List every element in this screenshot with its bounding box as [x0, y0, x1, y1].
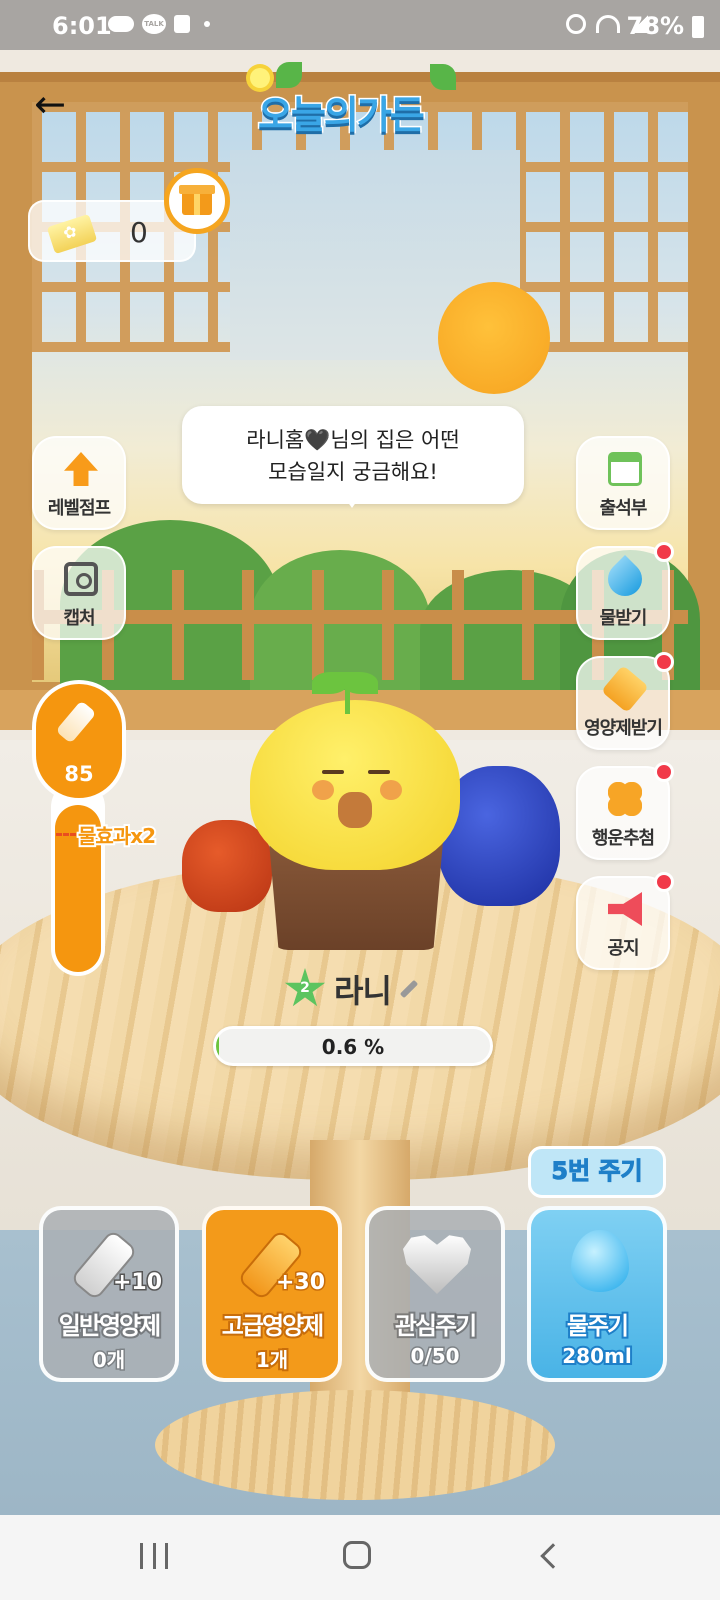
- ticket-icon: [46, 213, 98, 255]
- speech-line-1: 라니홈🖤님의 집은 어떤: [246, 428, 460, 452]
- premium-nutrient-title: 고급영양제: [220, 1310, 326, 1342]
- status-bar: 6:01 TALK 78%: [0, 0, 720, 50]
- pet-name-row: 2 라니: [284, 966, 419, 1012]
- gift-button[interactable]: [164, 168, 230, 234]
- chat-icon: [174, 15, 190, 33]
- water-drop-icon: [571, 1230, 629, 1292]
- wifi-icon: [596, 15, 620, 33]
- nutrient-gauge-value: 85: [64, 762, 94, 786]
- give-attention-count: 0/50: [409, 1343, 461, 1370]
- notification-badge: [654, 542, 674, 562]
- premium-nutrient-count: 1개: [254, 1346, 290, 1374]
- attendance-button[interactable]: 출석부: [576, 436, 670, 530]
- app-logo: 오늘의가든: [240, 62, 470, 140]
- camera-icon: [64, 562, 98, 596]
- water-five-times-button[interactable]: 5번 주기: [528, 1146, 666, 1198]
- nutrient-gauge: [51, 780, 105, 976]
- water-title: 물주기: [565, 1310, 631, 1342]
- normal-nutrient-count: 0개: [91, 1347, 126, 1374]
- more-notifications-dot-icon: [204, 21, 210, 27]
- system-navigation-bar: [0, 1515, 720, 1600]
- sun: [438, 282, 550, 394]
- get-nutrient-button[interactable]: 영양제받기: [576, 652, 674, 750]
- water-button[interactable]: 물주기 280ml: [527, 1206, 667, 1382]
- level-jump-label: 레벨점프: [47, 498, 111, 519]
- nutrient-gauge-head[interactable]: 85: [32, 680, 126, 802]
- ticket-count: 0: [130, 216, 148, 249]
- logo-text: 오늘의가든: [257, 92, 427, 139]
- back-icon[interactable]: [540, 1543, 566, 1569]
- capture-button[interactable]: 캡처: [32, 546, 126, 640]
- normal-nutrient-title: 일반영양제: [57, 1310, 163, 1342]
- notice-button[interactable]: 공지: [576, 872, 674, 970]
- nutrient-bottle-icon: [601, 665, 649, 713]
- capture-label: 캡처: [63, 608, 95, 629]
- battery-percent: 78%: [626, 12, 684, 40]
- gift-icon: [182, 191, 212, 215]
- water-effect-label: 물효과x2: [76, 822, 158, 850]
- back-button[interactable]: ←: [28, 82, 72, 126]
- clover-icon: [608, 782, 642, 816]
- notification-icons: TALK: [108, 14, 210, 34]
- get-water-button[interactable]: 물받기: [576, 542, 674, 640]
- notification-badge: [654, 652, 674, 672]
- growth-progress-bar: 0.6 %: [213, 1026, 493, 1066]
- water-amount: 280ml: [560, 1342, 633, 1370]
- kakaotalk-icon: TALK: [142, 14, 166, 34]
- home-icon[interactable]: [343, 1541, 371, 1569]
- speech-line-2: 모습일지 궁금해요!: [268, 460, 438, 484]
- lucky-draw-label: 행운추첨: [591, 828, 655, 849]
- pet-character[interactable]: [250, 700, 460, 870]
- notification-badge: [654, 762, 674, 782]
- premium-nutrient-button[interactable]: +30 고급영양제 1개: [202, 1206, 342, 1382]
- level-up-arrow-icon: [64, 452, 98, 486]
- wooden-table-base: [155, 1390, 555, 1500]
- pet-cheek: [380, 780, 402, 800]
- calendar-icon: [608, 452, 642, 486]
- notification-badge: [654, 872, 674, 892]
- growth-progress-text: 0.6 %: [321, 1035, 385, 1059]
- sprout-leaf-icon: [342, 672, 378, 694]
- premium-nutrient-bonus: +30: [274, 1269, 326, 1297]
- get-nutrient-label: 영양제받기: [584, 718, 663, 739]
- get-water-label: 물받기: [599, 608, 648, 629]
- recent-apps-icon[interactable]: [140, 1543, 168, 1569]
- lucky-draw-button[interactable]: 행운추첨: [576, 762, 674, 860]
- notice-label: 공지: [607, 938, 639, 959]
- pet-beak: [338, 792, 372, 828]
- pet-name: 라니: [334, 972, 392, 1010]
- megaphone-icon: [608, 892, 642, 926]
- pet-eye: [322, 770, 344, 774]
- water-effect-marker: [56, 833, 76, 836]
- speech-bubble: 라니홈🖤님의 집은 어떤 모습일지 궁금해요!: [182, 406, 524, 508]
- attendance-label: 출석부: [599, 498, 648, 519]
- status-time: 6:01: [52, 12, 112, 40]
- alarm-icon: [566, 14, 586, 34]
- red-lucky-pouch: [182, 820, 272, 912]
- level-jump-button[interactable]: 레벨점프: [32, 436, 126, 530]
- leaf-icon: [430, 64, 456, 90]
- gift-lid: [179, 185, 215, 194]
- heart-icon: [403, 1235, 471, 1294]
- pet-level: 2: [300, 980, 310, 996]
- pet-cheek: [312, 780, 334, 800]
- give-attention-title: 관심주기: [393, 1310, 479, 1342]
- pet-eye: [368, 770, 390, 774]
- arrow-left-icon: ←: [34, 82, 66, 126]
- cloud-icon: [108, 16, 134, 32]
- water-drop-icon: [600, 554, 650, 604]
- level-star-icon: 2: [284, 968, 326, 1007]
- pencil-icon[interactable]: [399, 979, 419, 999]
- give-attention-button[interactable]: 관심주기 0/50: [365, 1206, 505, 1382]
- nutrient-bottle-icon: [55, 700, 97, 744]
- normal-nutrient-bonus: +10: [111, 1269, 163, 1297]
- battery-icon: [692, 16, 704, 38]
- normal-nutrient-button[interactable]: +10 일반영양제 0개: [39, 1206, 179, 1382]
